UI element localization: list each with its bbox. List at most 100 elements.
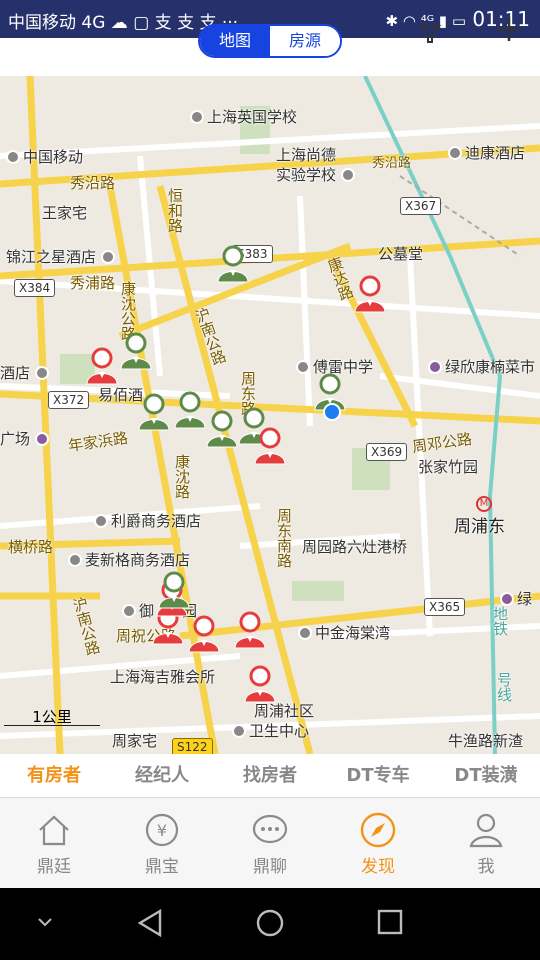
map-label: 上海英国学校	[190, 106, 297, 127]
map-label: 广场	[0, 428, 52, 449]
owner-marker[interactable]	[242, 664, 278, 704]
poi-icon	[340, 168, 355, 182]
map-label: 中国移动	[6, 146, 83, 167]
recents-icon[interactable]	[376, 908, 404, 940]
map-label: 绿	[500, 588, 532, 609]
back-icon[interactable]	[136, 908, 164, 942]
map-label: 上海海吉雅会所	[110, 668, 216, 686]
tab-compass[interactable]: 发现	[324, 798, 432, 888]
poi-icon	[100, 250, 115, 264]
hospital-icon	[232, 724, 246, 738]
svg-text:¥: ¥	[157, 821, 167, 840]
tab-houses[interactable]: 房源	[270, 26, 340, 56]
category-tab[interactable]: DT专车	[324, 754, 432, 797]
road-shield: X372	[48, 391, 90, 409]
map-label: 利爵商务酒店	[94, 510, 201, 531]
owner-marker[interactable]	[352, 274, 388, 314]
poi-icon	[122, 604, 136, 618]
road-label: 恒和路	[166, 188, 184, 233]
map-label: 绿欣康楠菜市	[428, 356, 535, 377]
home-nav-icon[interactable]	[255, 908, 285, 942]
agent-marker[interactable]	[204, 409, 240, 449]
road-label: 秀沿路	[70, 174, 116, 192]
system-nav-bar	[0, 888, 540, 960]
map-label: 周家宅	[112, 732, 158, 750]
agent-marker[interactable]	[172, 390, 208, 430]
map-view[interactable]: 上海英国学校 中国移动 上海尚德 实验学校 秀沿路 迪康酒店 秀沿路 王家宅 恒…	[0, 76, 540, 754]
tab-label: 发现	[361, 857, 395, 877]
current-location-dot	[323, 403, 341, 421]
road-shield: X369	[366, 443, 408, 461]
map-label: 公墓堂	[378, 245, 424, 263]
tab-home[interactable]: 鼎廷	[0, 798, 108, 888]
category-tab[interactable]: 经纪人	[108, 754, 216, 797]
map-label: 张家竹园	[418, 458, 479, 476]
road-shield: X367	[400, 197, 442, 215]
tab-label: 鼎宝	[145, 857, 179, 877]
poi-icon	[94, 514, 108, 528]
road-shield: S122	[172, 738, 213, 754]
map-label: 牛渔路新渣	[448, 732, 524, 750]
plus-icon[interactable]	[494, 14, 524, 54]
map-label: 实验学校	[276, 164, 358, 185]
category-tab[interactable]: DT装潢	[432, 754, 540, 797]
filter-icon[interactable]	[418, 18, 442, 56]
road-label: 横桥路	[8, 538, 54, 556]
poi-icon	[6, 150, 20, 164]
map-label: 中金海棠湾	[298, 622, 390, 643]
poi-icon	[296, 360, 310, 374]
metro-line-label: 地铁	[491, 606, 509, 636]
road-label: 周东南路	[275, 508, 293, 568]
chevron-down-icon[interactable]	[36, 914, 54, 933]
wallet-icon: ¥	[142, 810, 182, 850]
map-label: 王家宅	[42, 204, 88, 222]
metro-icon: M	[476, 496, 492, 512]
agent-marker[interactable]	[118, 331, 154, 371]
tab-label: 我	[477, 857, 495, 877]
poi-icon	[34, 366, 49, 380]
bottom-tab-bar: 鼎廷 ¥ 鼎宝 鼎聊 发现 我	[0, 798, 540, 888]
owner-marker[interactable]	[252, 426, 288, 466]
category-tab[interactable]: 有房者	[0, 754, 108, 797]
owner-marker[interactable]	[186, 614, 222, 654]
tab-label: 鼎廷	[37, 857, 71, 877]
tab-chat[interactable]: 鼎聊	[216, 798, 324, 888]
poi-icon	[298, 626, 312, 640]
poi-icon	[500, 592, 514, 606]
road-shield: X365	[424, 598, 466, 616]
road-label: 秀浦路	[70, 274, 116, 292]
road-label: 康沈路	[173, 454, 191, 499]
map-label: 麦新格商务酒店	[68, 549, 190, 570]
agent-marker[interactable]	[136, 392, 172, 432]
map-scale: 1公里	[4, 706, 100, 726]
map-label: 上海尚德	[276, 146, 337, 164]
map-label: 周园路六灶港桥	[302, 538, 408, 556]
metro-station-label: 周浦东	[454, 517, 505, 537]
profile-icon	[466, 810, 506, 850]
metro-line-label: 号线	[495, 672, 513, 702]
tab-label: 鼎聊	[253, 857, 287, 877]
category-bar: 有房者 经纪人 找房者 DT专车 DT装潢	[0, 754, 540, 798]
compass-icon	[358, 810, 398, 850]
owner-marker[interactable]	[84, 346, 120, 386]
tab-wallet[interactable]: ¥ 鼎宝	[108, 798, 216, 888]
map-label: 锦江之星酒店	[6, 246, 118, 267]
tab-map[interactable]: 地图	[200, 26, 270, 56]
map-list-toggle: 地图 房源	[198, 24, 342, 58]
chat-icon	[250, 810, 290, 850]
agent-marker[interactable]	[156, 570, 192, 610]
agent-marker[interactable]	[215, 244, 251, 284]
map-label: 迪康酒店	[448, 142, 525, 163]
poi-icon	[68, 553, 82, 567]
category-tab[interactable]: 找房者	[216, 754, 324, 797]
map-label: 卫生中心	[232, 720, 309, 741]
home-icon	[34, 810, 74, 850]
market-icon	[428, 360, 442, 374]
poi-icon	[448, 146, 462, 160]
road-label: 秀沿路	[372, 156, 412, 171]
road-shield: X384	[14, 279, 56, 297]
owner-marker[interactable]	[232, 610, 268, 650]
tab-profile[interactable]: 我	[432, 798, 540, 888]
map-label: 酒店	[0, 362, 52, 383]
poi-icon	[190, 110, 204, 124]
